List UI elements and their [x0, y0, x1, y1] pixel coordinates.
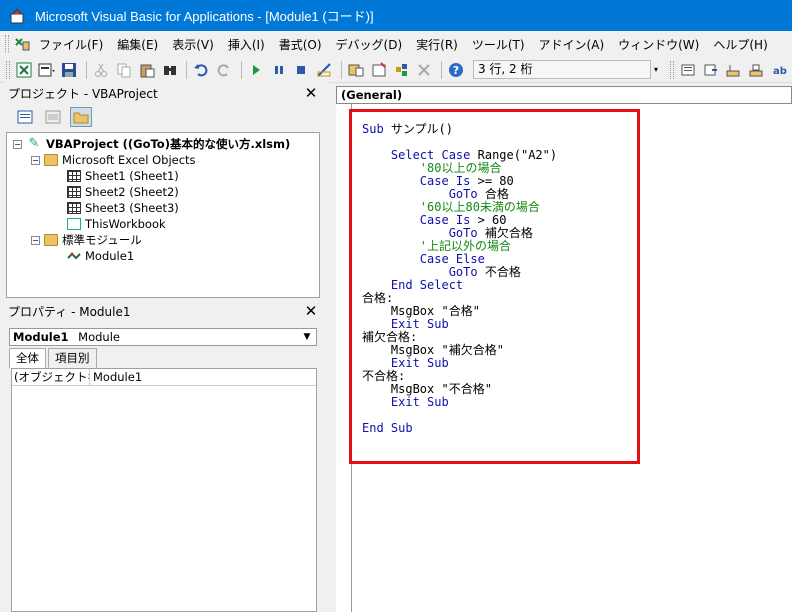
toolbar-grip[interactable] [6, 60, 10, 79]
properties-window-icon[interactable] [369, 60, 389, 80]
menu-bar: ファイル(F) 編集(E) 表示(V) 挿入(I) 書式(O) デバッグ(D) … [0, 31, 792, 57]
object-select[interactable]: Module1 Module ▼ [9, 328, 317, 346]
chevron-down-icon[interactable]: ▼ [300, 329, 314, 345]
tree-label: VBAProject ((GoTo)基本的な使い方.xlsm) [46, 137, 291, 151]
edit-toolbar-grip[interactable] [670, 60, 674, 79]
menu-addins[interactable]: アドイン(A) [539, 36, 605, 53]
vbaproject-icon: ✎ [28, 136, 40, 151]
window-title: Microsoft Visual Basic for Applications … [35, 9, 374, 24]
tree-item-thisworkbook[interactable]: ThisWorkbook [67, 216, 166, 232]
standard-toolbar: ? 3 行, 2 桁 ▾ ab [0, 57, 792, 83]
undo-icon[interactable] [191, 60, 211, 80]
tree-label: Sheet1 (Sheet1) [85, 169, 179, 183]
pane-splitter[interactable] [322, 82, 328, 612]
vba-app-icon[interactable] [9, 7, 25, 24]
pause-icon[interactable] [269, 60, 289, 80]
properties-close-icon[interactable]: ✕ [302, 302, 320, 320]
toggle-folders-icon[interactable] [70, 107, 92, 127]
tree-item-sheet1[interactable]: Sheet1 (Sheet1) [67, 168, 179, 184]
project-close-icon[interactable]: ✕ [302, 84, 320, 102]
sheet-icon [67, 170, 81, 182]
project-explorer-icon[interactable] [346, 60, 366, 80]
collapse-icon[interactable]: − [31, 155, 40, 165]
quick-info-icon[interactable] [724, 60, 744, 80]
project-tree: − ✎ VBAProject ((GoTo)基本的な使い方.xlsm) − Mi… [6, 132, 320, 298]
title-bar: Microsoft Visual Basic for Applications … [0, 0, 792, 31]
sheet-icon [67, 202, 81, 214]
tree-label: Module1 [85, 249, 135, 263]
cursor-position-readout: 3 行, 2 桁 [472, 60, 652, 79]
project-explorer-toolbar [4, 104, 322, 130]
copy-icon[interactable] [114, 60, 134, 80]
redo-icon[interactable] [214, 60, 234, 80]
complete-word-icon[interactable]: ab [769, 60, 789, 80]
tab-categorized[interactable]: 項目別 [48, 348, 97, 368]
run-icon[interactable] [246, 60, 266, 80]
toolbox-icon[interactable] [414, 60, 434, 80]
help-icon[interactable]: ? [446, 60, 466, 80]
property-name: (オブジェクト名) [12, 369, 90, 385]
reset-icon[interactable] [292, 60, 312, 80]
toolbar-overflow-icon[interactable]: ▾ [651, 60, 661, 80]
properties-title: プロパティ - Module1 [8, 304, 131, 319]
menubar-grip[interactable] [5, 35, 9, 53]
tree-label: Sheet3 (Sheet3) [85, 201, 179, 215]
parameter-info-icon[interactable] [746, 60, 766, 80]
properties-tabs: 全体 項目別 [9, 348, 99, 368]
list-constants-icon[interactable] [701, 60, 721, 80]
tree-label: 標準モジュール [62, 233, 142, 247]
view-code-icon[interactable] [14, 107, 36, 127]
tree-item-sheet2[interactable]: Sheet2 (Sheet2) [67, 184, 179, 200]
menu-format[interactable]: 書式(O) [279, 36, 322, 53]
paste-icon[interactable] [137, 60, 157, 80]
menu-edit[interactable]: 編集(E) [117, 36, 158, 53]
view-object-icon[interactable] [42, 107, 64, 127]
project-explorer-title: プロジェクト - VBAProject [8, 86, 158, 101]
properties-grid: (オブジェクト名) Module1 [11, 368, 317, 612]
menu-view[interactable]: 表示(V) [172, 36, 214, 53]
insert-module-icon[interactable] [37, 60, 57, 80]
object-name: Module1 [13, 330, 69, 344]
collapse-icon[interactable]: − [13, 139, 22, 149]
find-icon[interactable] [160, 60, 180, 80]
menu-file[interactable]: ファイル(F) [39, 36, 103, 53]
menu-window[interactable]: ウィンドウ(W) [618, 36, 699, 53]
tab-alphabetic[interactable]: 全体 [9, 348, 46, 368]
folder-icon [44, 154, 58, 166]
object-type: Module [78, 330, 120, 344]
property-value[interactable]: Module1 [90, 369, 142, 385]
tree-item-vbaproject[interactable]: − ✎ VBAProject ((GoTo)基本的な使い方.xlsm) [13, 136, 290, 152]
design-mode-icon[interactable] [314, 60, 334, 80]
menu-run[interactable]: 実行(R) [416, 36, 458, 53]
svg-text:ab: ab [773, 66, 787, 77]
tree-label: Sheet2 (Sheet2) [85, 185, 179, 199]
tree-item-sheet3[interactable]: Sheet3 (Sheet3) [67, 200, 179, 216]
view-excel-icon[interactable] [14, 60, 34, 80]
collapse-icon[interactable]: − [31, 235, 40, 245]
svg-text:?: ? [453, 64, 459, 77]
module-icon [67, 250, 81, 262]
object-browser-icon[interactable] [392, 60, 412, 80]
tree-item-standard-modules[interactable]: − 標準モジュール [31, 232, 142, 248]
menu-insert[interactable]: 挿入(I) [228, 36, 265, 53]
tree-item-excel-objects[interactable]: − Microsoft Excel Objects [31, 152, 196, 168]
property-row[interactable]: (オブジェクト名) Module1 [12, 369, 316, 386]
save-icon[interactable] [60, 60, 80, 80]
excel-view-icon[interactable] [13, 35, 31, 53]
menu-tools[interactable]: ツール(T) [472, 36, 525, 53]
tree-label: Microsoft Excel Objects [62, 153, 196, 167]
menu-help[interactable]: ヘルプ(H) [713, 36, 767, 53]
sheet-icon [67, 186, 81, 198]
list-properties-icon[interactable] [678, 60, 698, 80]
properties-header: プロパティ - Module1 ✕ [4, 300, 322, 322]
folder-icon [44, 234, 58, 246]
tree-label: ThisWorkbook [85, 217, 166, 231]
cut-icon[interactable] [91, 60, 111, 80]
tree-item-module1[interactable]: Module1 [67, 248, 134, 264]
project-explorer-header: プロジェクト - VBAProject ✕ [4, 82, 322, 104]
menu-debug[interactable]: デバッグ(D) [336, 36, 403, 53]
workbook-icon [67, 218, 81, 230]
highlight-box [349, 109, 640, 464]
object-combo[interactable]: (General) [336, 86, 792, 104]
